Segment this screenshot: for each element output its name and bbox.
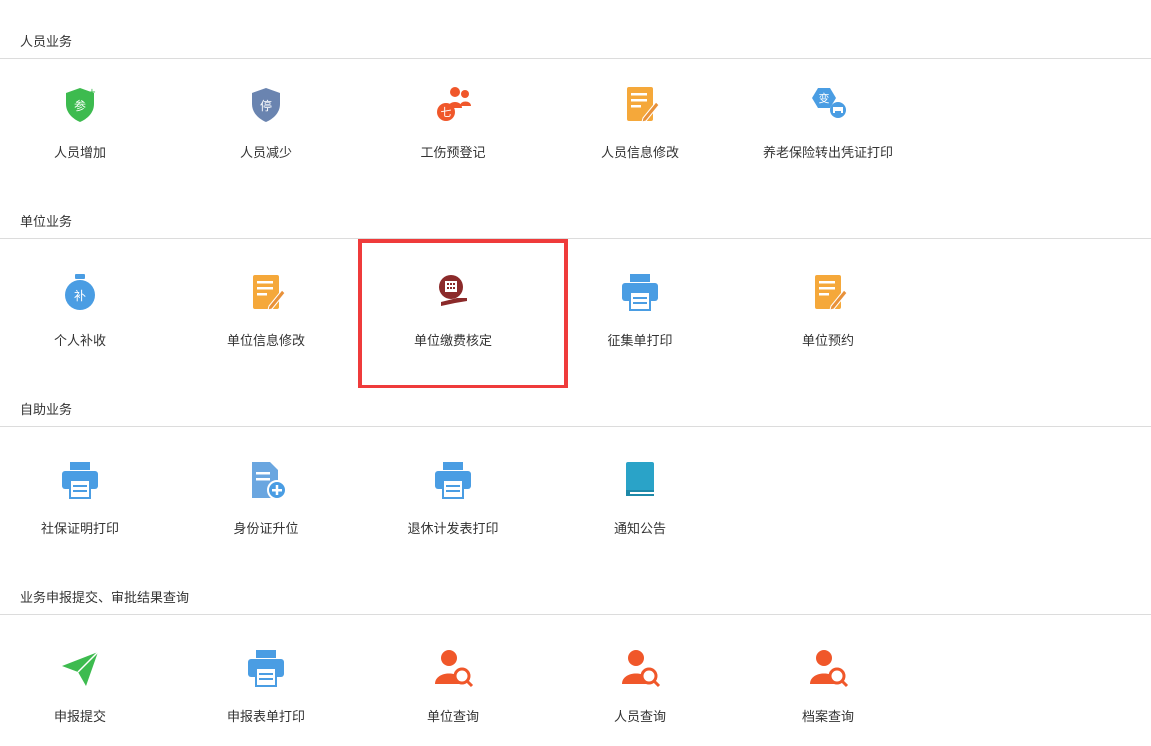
tile-label: 档案查询 [801,710,854,725]
tile-unit-query[interactable]: 单位查询 [378,646,528,746]
svg-text:停: 停 [260,98,272,113]
svg-text:参: 参 [74,98,86,113]
section-header-self-service: 自助业务 [0,388,1151,427]
tile-social-security-proof-print[interactable]: 社保证明打印 [5,458,155,558]
tile-label: 人员查询 [613,710,666,725]
tile-injury-preregister[interactable]: 七 工伤预登记 [378,82,528,182]
tile-declaration-submit[interactable]: 申报提交 [5,646,155,746]
edit-document-icon [244,270,288,314]
person-search-icon [618,646,662,690]
tile-personnel-query[interactable]: 人员查询 [565,646,715,746]
tile-unit-info-edit[interactable]: 单位信息修改 [191,270,341,370]
tile-label: 申报表单打印 [226,710,305,725]
edit-document-icon [618,82,662,126]
section-header-unit: 单位业务 [0,200,1151,239]
people-icon: 七 [431,82,475,126]
tile-pension-transfer-print[interactable]: 变 养老保险转出凭证打印 [753,82,903,182]
section-header-declaration: 业务申报提交、审批结果查询 [0,576,1151,615]
printer-icon [431,458,475,502]
tile-id-upgrade[interactable]: 身份证升位 [191,458,341,558]
svg-text:+: + [88,87,96,98]
tile-archive-query[interactable]: 档案查询 [753,646,903,746]
shield-stop-icon: 停 [244,82,288,126]
tile-label: 个人补收 [53,334,106,349]
tile-personnel-reduce[interactable]: 停 人员减少 [191,82,341,182]
tile-retirement-calc-print[interactable]: 退休计发表打印 [378,458,528,558]
shield-add-icon: 参 + [58,82,102,126]
tile-label: 人员减少 [239,146,292,161]
calculator-hand-icon [431,270,475,314]
printer-icon [618,270,662,314]
tile-label: 通知公告 [613,522,666,537]
tile-label: 人员信息修改 [600,146,679,161]
tile-label: 养老保险转出凭证打印 [762,146,893,161]
tile-declaration-form-print[interactable]: 申报表单打印 [191,646,341,746]
section-title: 人员业务 [20,35,73,50]
tile-label: 征集单打印 [607,334,673,349]
svg-text:补: 补 [74,289,86,303]
tile-label: 人员增加 [53,146,106,161]
tile-unit-appointment[interactable]: 单位预约 [753,270,903,370]
tile-label: 单位查询 [426,710,479,725]
person-search-icon [431,646,475,690]
svg-text:变: 变 [819,91,830,105]
section-title: 业务申报提交、审批结果查询 [20,591,190,606]
change-print-icon: 变 [806,82,850,126]
tile-label: 单位信息修改 [226,334,305,349]
edit-document-icon [806,270,850,314]
tile-notice[interactable]: 通知公告 [565,458,715,558]
tile-personnel-edit[interactable]: 人员信息修改 [565,82,715,182]
tile-unit-fee-verify[interactable]: 单位缴费核定 [378,270,528,370]
tile-label: 退休计发表打印 [407,522,499,537]
tile-label: 社保证明打印 [40,522,119,537]
printer-icon [244,646,288,690]
money-bag-icon: 补 [58,270,102,314]
person-search-icon [806,646,850,690]
document-add-icon [244,458,288,502]
section-title: 自助业务 [20,403,73,418]
tile-label: 单位预约 [801,334,854,349]
tile-label: 身份证升位 [233,522,299,537]
paper-plane-icon [58,646,102,690]
tile-label: 申报提交 [53,710,106,725]
section-header: 人员业务 [0,20,1151,59]
book-icon [618,458,662,502]
tile-personnel-add[interactable]: 参 + 人员增加 [5,82,155,182]
tile-personal-supplement[interactable]: 补 个人补收 [5,270,155,370]
tile-label: 工伤预登记 [420,146,486,161]
tile-collection-print[interactable]: 征集单打印 [565,270,715,370]
tile-label: 单位缴费核定 [413,334,492,349]
printer-icon [58,458,102,502]
section-title: 单位业务 [20,215,73,230]
svg-text:七: 七 [441,106,452,119]
